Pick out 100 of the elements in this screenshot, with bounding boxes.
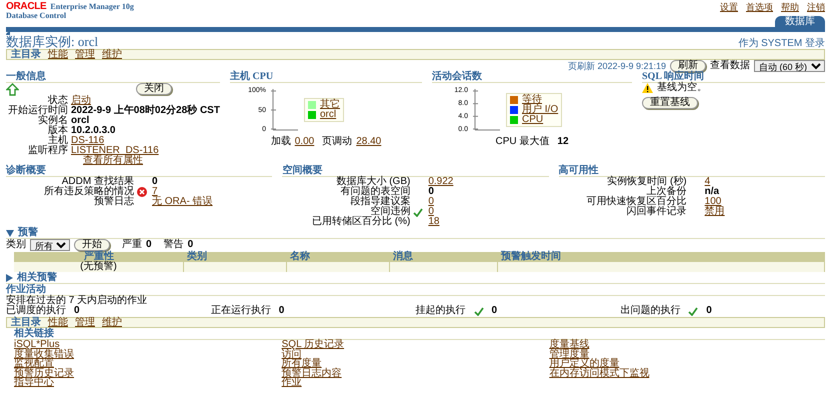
tab[interactable]: 维护 [102, 318, 122, 328]
tab[interactable]: 管理 [75, 50, 95, 60]
database-tab[interactable]: 数据库 [775, 16, 825, 27]
field-label: 状态 [48, 96, 68, 106]
field-value: n/a [704, 186, 720, 197]
product-subtitle: Database Control [6, 12, 68, 20]
field-label: ADDM 查找结果 [62, 177, 134, 187]
field-link[interactable]: 18 [428, 216, 440, 227]
login-status: 作为 SYSTEM 登录 [738, 39, 825, 49]
section-heading: 预警 [18, 228, 38, 238]
field-value: 0 [152, 176, 158, 187]
field-label: 闪回事件记录 [626, 207, 687, 217]
count-label: 警告 [164, 240, 184, 250]
disclosure-icon[interactable] [6, 274, 13, 282]
field-label: 版本 [47, 126, 68, 136]
legend-link[interactable]: 等待 [522, 95, 542, 105]
field-link[interactable]: 启动 [71, 96, 220, 106]
related-link[interactable]: 预警历史记录 [14, 368, 74, 378]
section-heading: 诊断概要 [6, 166, 272, 177]
field-label: 预警日志 [93, 197, 134, 207]
category-select[interactable]: 所有 [30, 239, 70, 251]
field-label: 空间违例 [370, 207, 410, 217]
field-link[interactable]: 禁用 [704, 206, 725, 217]
sessions-chart-axis [472, 87, 502, 133]
field-link[interactable]: DS-116 [71, 136, 220, 146]
legend-link[interactable]: orcl [320, 110, 336, 120]
tab[interactable]: 性能 [48, 50, 68, 60]
refresh-time: 页刷新 2022-9-9 9:21:19 [568, 61, 666, 71]
field-value: orcl [71, 116, 90, 126]
go-button[interactable]: 开始 [74, 239, 110, 251]
related-link[interactable]: iSQL*Plus [14, 340, 60, 350]
tab[interactable]: 维护 [102, 50, 122, 60]
field-label: 开始运行时间 [7, 106, 68, 116]
stat-link[interactable]: 0.00 [294, 137, 314, 147]
related-link[interactable]: 在内存访问模式下监视 [549, 368, 650, 378]
field-label: 有问题的表空间 [339, 187, 410, 197]
global-link[interactable]: 注销 [807, 2, 825, 12]
related-link[interactable]: 预警日志内容 [282, 368, 342, 378]
field-link[interactable]: 无 ORA- 错误 [152, 196, 213, 207]
disclosure-icon[interactable] [6, 230, 14, 236]
section-heading: SQL 响应时间 [642, 72, 825, 83]
all-properties-link[interactable]: 查看所有属性 [83, 155, 143, 166]
field-link[interactable]: LISTENER_DS-116 [71, 146, 220, 156]
field-link[interactable]: 7 [152, 186, 158, 197]
related-link[interactable]: 度量收集错误 [14, 350, 74, 360]
section-heading: 相关预警 [17, 273, 57, 283]
related-link[interactable]: 访问 [282, 350, 302, 360]
column-header: 严重性 [14, 252, 184, 262]
table-cell: (无预警) [14, 262, 184, 272]
field-link[interactable]: 100 [704, 196, 722, 207]
job-note: 安排在过去的 7 天内启动的作业 [6, 296, 148, 306]
stat-label: 页调动 [322, 137, 352, 147]
tab[interactable]: 主目录 [11, 318, 41, 328]
tab[interactable]: 性能 [48, 318, 68, 328]
field-value: 10.2.0.3.0 [71, 126, 116, 136]
section-heading: 活动会话数 [432, 72, 632, 83]
filter-label: 类别 [6, 240, 26, 250]
field-label: 已用转储区百分比 (%) [310, 217, 410, 227]
legend-link[interactable]: 其它 [320, 100, 340, 110]
related-link[interactable]: 度量基线 [549, 340, 590, 350]
stat-label: CPU 最大值 [495, 137, 550, 147]
stat-link[interactable]: 28.40 [356, 137, 382, 147]
stat-value: 0 [74, 306, 80, 316]
shutdown-button[interactable]: 关闭 [136, 83, 172, 95]
count-label: 严重 [122, 240, 142, 250]
stat-label: 挂起的执行 [416, 306, 466, 316]
section-heading: 一般信息 [6, 72, 220, 83]
global-link[interactable]: 首选项 [746, 2, 773, 12]
stat-value: 0 [278, 306, 284, 316]
column-header: 预警触发时间 [498, 252, 825, 262]
field-link[interactable]: 0 [428, 196, 434, 207]
related-link[interactable]: SQL 历史记录 [282, 340, 344, 350]
field-label: 所有违反策略的情况 [43, 187, 134, 197]
section-heading: 空间概要 [282, 166, 549, 177]
tab[interactable]: 主目录 [11, 50, 41, 60]
field-link[interactable]: 4 [704, 176, 710, 187]
field-link[interactable]: 0.922 [428, 176, 454, 187]
legend-link[interactable]: CPU [522, 115, 544, 125]
field-link[interactable]: 0 [428, 206, 434, 217]
field-label: 实例名 [37, 116, 68, 126]
stat-value: 0 [706, 306, 712, 316]
product-name: Enterprise Manager 10g [50, 3, 134, 11]
view-data-select[interactable]: 自动 (60 秒) [754, 60, 825, 72]
stat-value: 12 [557, 137, 569, 147]
field-label: 段指导建议案 [349, 197, 410, 207]
reset-baseline-button[interactable]: 重置基线 [642, 97, 698, 109]
field-label: 数据库大小 (GB) [335, 177, 410, 187]
global-link[interactable]: 设置 [720, 2, 738, 12]
warning-icon [642, 83, 653, 93]
legend-link[interactable]: 用户 I/O [522, 105, 558, 115]
field-label: 实例恢复时间 (秒) [606, 177, 687, 187]
global-link[interactable]: 帮助 [781, 2, 799, 12]
cpu-chart-axis [270, 87, 300, 133]
section-heading: 作业活动 [6, 285, 825, 296]
related-link[interactable]: 管理度量 [549, 350, 590, 360]
tab[interactable]: 管理 [75, 318, 95, 328]
field-value: 2022-9-9 上午08时02分28秒 CST [71, 106, 220, 116]
stat-label: 加载 [270, 137, 291, 147]
count-value: 0 [146, 240, 152, 250]
field-label: 上次备份 [646, 187, 687, 197]
